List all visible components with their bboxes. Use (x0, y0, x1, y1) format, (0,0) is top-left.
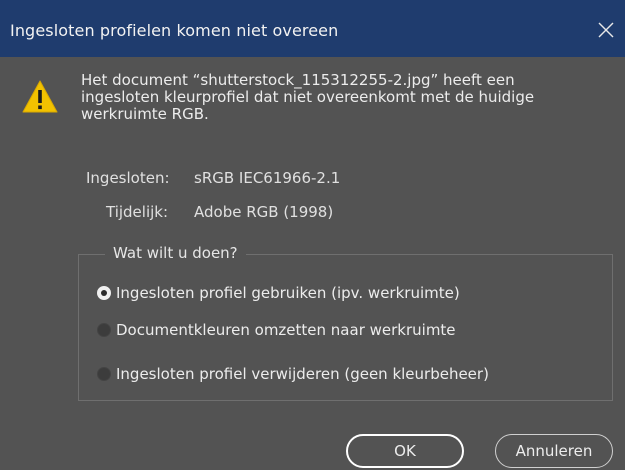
embedded-profile-label: Ingesloten: (86, 169, 170, 187)
ok-button[interactable]: OK (346, 434, 464, 468)
dialog-title: Ingesloten profielen komen niet overeen (10, 21, 339, 40)
embedded-profile-value: sRGB IEC61966-2.1 (194, 169, 341, 187)
radio-button[interactable] (97, 323, 111, 337)
radio-discard-embedded-profile[interactable]: Ingesloten profiel verwijderen (geen kle… (97, 364, 489, 384)
radio-label: Ingesloten profiel gebruiken (ipv. werkr… (116, 284, 460, 302)
radio-button-checked[interactable] (97, 286, 111, 300)
message-line: ingesloten kleurprofiel dat niet overeen… (81, 88, 535, 106)
dialog-message: Het document “shutterstock_115312255-2.j… (81, 72, 611, 123)
radio-convert-document-colors[interactable]: Documentkleuren omzetten naar werkruimte (97, 320, 456, 340)
temporary-profile-label: Tijdelijk: (106, 203, 169, 221)
close-icon (598, 22, 614, 38)
title-bar: Ingesloten profielen komen niet overeen (0, 0, 625, 57)
cancel-button[interactable]: Annuleren (495, 434, 613, 468)
message-line: werkruimte RGB. (81, 105, 209, 123)
warning-triangle-icon (22, 80, 58, 113)
temporary-profile-value: Adobe RGB (1998) (194, 203, 334, 221)
radio-label: Ingesloten profiel verwijderen (geen kle… (116, 365, 489, 383)
groupbox-legend: Wat wilt u doen? (105, 244, 246, 262)
radio-use-embedded-profile[interactable]: Ingesloten profiel gebruiken (ipv. werkr… (97, 283, 460, 303)
close-button[interactable] (593, 17, 619, 43)
radio-label: Documentkleuren omzetten naar werkruimte (116, 321, 456, 339)
radio-button[interactable] (97, 367, 111, 381)
message-line: Het document “shutterstock_115312255-2.j… (81, 71, 515, 89)
dialog-window: Ingesloten profielen komen niet overeen … (0, 0, 625, 470)
